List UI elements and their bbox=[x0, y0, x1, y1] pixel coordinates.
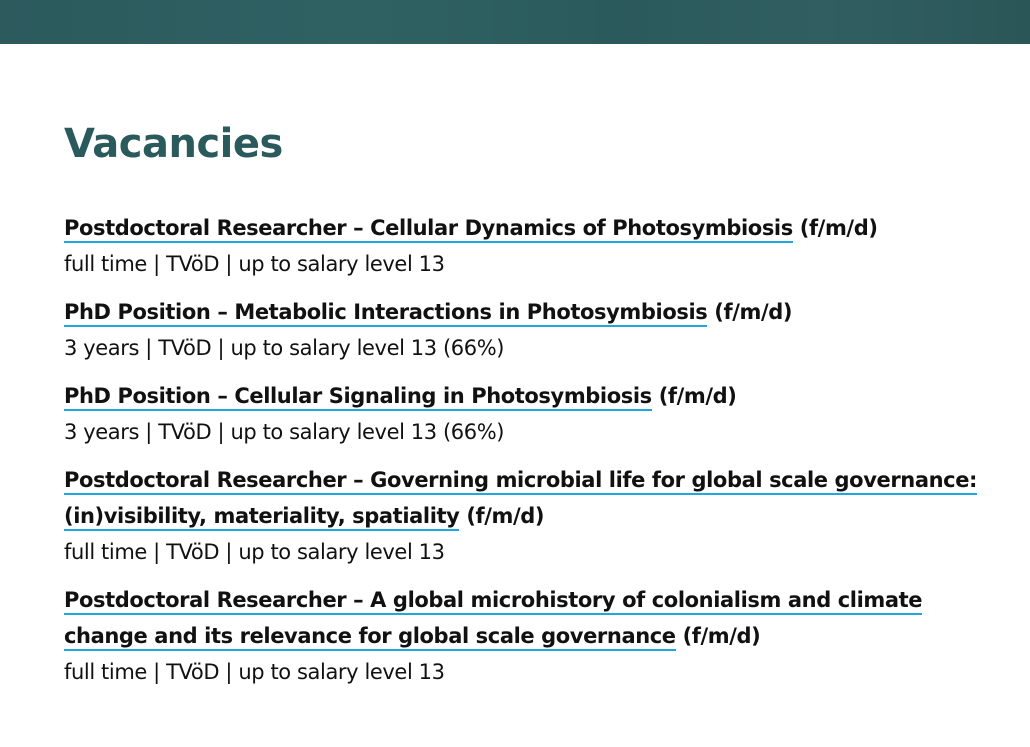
vacancy-item: Postdoctoral Researcher – A global micro… bbox=[64, 582, 984, 690]
vacancy-item: PhD Position – Metabolic Interactions in… bbox=[64, 294, 984, 366]
vacancy-heading: Postdoctoral Researcher – Cellular Dynam… bbox=[64, 210, 984, 246]
vacancy-meta: full time | TVöD | up to salary level 13 bbox=[64, 540, 445, 564]
vacancy-list: Postdoctoral Researcher – Cellular Dynam… bbox=[64, 210, 984, 690]
vacancy-gender-suffix: (f/m/d) bbox=[658, 384, 737, 408]
page-title: Vacancies bbox=[64, 121, 283, 167]
vacancy-gender-suffix: (f/m/d) bbox=[466, 504, 545, 528]
vacancy-link[interactable]: PhD Position – Cellular Signaling in Pho… bbox=[64, 384, 652, 411]
vacancy-item: PhD Position – Cellular Signaling in Pho… bbox=[64, 378, 984, 450]
main-content: Vacancies Postdoctoral Researcher – Cell… bbox=[64, 118, 984, 702]
vacancy-meta: full time | TVöD | up to salary level 13 bbox=[64, 660, 445, 684]
vacancy-gender-suffix: (f/m/d) bbox=[714, 300, 793, 324]
top-banner bbox=[0, 0, 1030, 44]
vacancy-meta: 3 years | TVöD | up to salary level 13 (… bbox=[64, 336, 505, 360]
vacancy-link[interactable]: Postdoctoral Researcher – A global micro… bbox=[64, 588, 923, 651]
vacancy-meta: 3 years | TVöD | up to salary level 13 (… bbox=[64, 420, 505, 444]
vacancy-link[interactable]: PhD Position – Metabolic Interactions in… bbox=[64, 300, 708, 327]
vacancy-item: Postdoctoral Researcher – Governing micr… bbox=[64, 462, 984, 570]
vacancy-heading: Postdoctoral Researcher – Governing micr… bbox=[64, 462, 984, 534]
vacancy-heading: Postdoctoral Researcher – A global micro… bbox=[64, 582, 984, 654]
vacancy-gender-suffix: (f/m/d) bbox=[799, 216, 878, 240]
vacancy-link[interactable]: Postdoctoral Researcher – Cellular Dynam… bbox=[64, 216, 793, 243]
vacancy-heading: PhD Position – Cellular Signaling in Pho… bbox=[64, 378, 984, 414]
vacancy-item: Postdoctoral Researcher – Cellular Dynam… bbox=[64, 210, 984, 282]
vacancy-meta: full time | TVöD | up to salary level 13 bbox=[64, 252, 445, 276]
vacancy-heading: PhD Position – Metabolic Interactions in… bbox=[64, 294, 984, 330]
vacancy-gender-suffix: (f/m/d) bbox=[682, 624, 761, 648]
